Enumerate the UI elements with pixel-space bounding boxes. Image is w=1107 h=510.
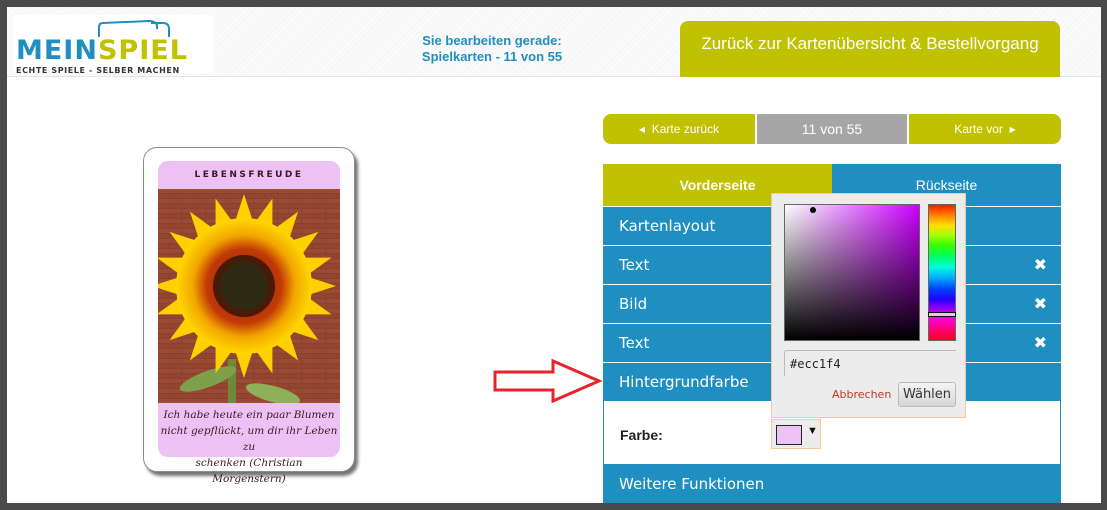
caret-down-icon: ▼ [807, 425, 818, 437]
hue-slider-handle[interactable] [928, 312, 956, 317]
hue-slider[interactable] [928, 204, 956, 341]
triangle-left-icon: ◀ [638, 125, 646, 134]
logo-wordmark: MEINSPIEL [16, 35, 188, 66]
remove-icon[interactable]: ✖ [1034, 324, 1047, 362]
remove-icon[interactable]: ✖ [1034, 285, 1047, 323]
meinspiel-logo[interactable]: MEINSPIEL ECHTE SPIELE - SELBER MACHEN [13, 15, 213, 75]
cancel-button[interactable]: Abbrechen [832, 388, 891, 401]
color-label: Farbe: [620, 427, 663, 443]
logo-tagline: ECHTE SPIELE - SELBER MACHEN [16, 66, 180, 75]
remove-icon[interactable]: ✖ [1034, 246, 1047, 284]
next-card-button[interactable]: Karte vor ▶ [909, 114, 1061, 144]
card-counter: 11 von 55 [757, 114, 907, 144]
color-swatch-dropdown[interactable]: ▼ [771, 419, 821, 449]
back-to-overview-button[interactable]: Zurück zur Kartenübersicht & Bestellvorg… [680, 21, 1060, 77]
color-swatch [776, 425, 802, 445]
card-pager: ◀ Karte zurück 11 von 55 Karte vor ▶ [603, 114, 1061, 144]
saturation-value-area[interactable] [784, 204, 920, 341]
editing-status-line2: Spielkarten - 11 von 55 [421, 49, 563, 64]
sunflower-photo[interactable] [158, 189, 340, 403]
page-frame: MEINSPIEL ECHTE SPIELE - SELBER MACHEN S… [7, 7, 1101, 503]
color-picker-popup: #ecc1f4 Abbrechen Wählen [771, 193, 966, 418]
sunflower-image [158, 189, 340, 403]
prev-card-button[interactable]: ◀ Karte zurück [603, 114, 755, 144]
annotation-arrow-icon [493, 359, 603, 403]
sv-picker-handle[interactable] [810, 207, 816, 213]
card-preview: LEBENSFREUDE Ich habe heute ein paar Blu… [143, 147, 355, 485]
section-more-functions[interactable]: Weitere Funktionen [603, 465, 1061, 503]
header: MEINSPIEL ECHTE SPIELE - SELBER MACHEN S… [7, 7, 1101, 77]
editing-status-line1: Sie bearbeiten gerade: [422, 33, 562, 48]
hex-color-input[interactable]: #ecc1f4 [784, 350, 956, 376]
choose-button[interactable]: Wählen [898, 382, 956, 407]
editing-status: Sie bearbeiten gerade: Spielkarten - 11 … [407, 33, 577, 65]
card-quote[interactable]: Ich habe heute ein paar Blumen nicht gep… [158, 403, 340, 485]
card-title[interactable]: LEBENSFREUDE [158, 161, 340, 189]
triangle-right-icon: ▶ [1009, 125, 1016, 134]
